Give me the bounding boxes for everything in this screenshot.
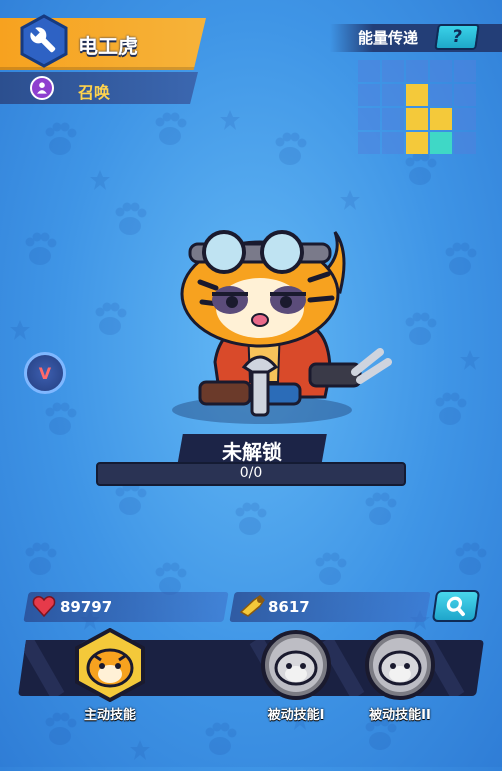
help-icon: ?	[450, 27, 464, 47]
energy-grid-cell	[430, 84, 452, 106]
attack-icon	[238, 594, 266, 618]
rank-badge[interactable]: V	[24, 352, 66, 394]
energy-grid-cell	[406, 84, 428, 106]
energy-grid-cell	[430, 108, 452, 130]
skill-label-passive-1: 被动技能I	[267, 708, 325, 723]
energy-grid-cell	[358, 84, 380, 106]
energy-grid-cell	[382, 108, 404, 130]
energy-transfer-label: 能量传递	[358, 29, 419, 47]
help-button[interactable]: ?	[434, 24, 480, 50]
energy-grid-cell	[430, 60, 452, 82]
tiger-avatar-icon	[259, 628, 333, 702]
energy-grid-cell	[454, 132, 476, 154]
energy-grid-cell	[358, 132, 380, 154]
heart-icon	[32, 595, 56, 618]
energy-grid-cell	[454, 84, 476, 106]
attack-value: 8617	[268, 598, 310, 616]
skill-label-passive-2: 被动技能II	[369, 708, 431, 723]
hero-character[interactable]	[160, 222, 400, 422]
search-button[interactable]	[431, 590, 481, 622]
hp-value: 89797	[60, 598, 113, 616]
skill-slot-active[interactable]: 主动技能	[70, 627, 150, 723]
energy-grid-cell	[382, 132, 404, 154]
energy-grid-cell	[406, 60, 428, 82]
energy-grid-cell	[382, 84, 404, 106]
summon-icon	[30, 76, 54, 100]
rank-badge-label: V	[38, 363, 52, 383]
energy-grid-cell	[382, 60, 404, 82]
lock-status: 未解锁	[222, 440, 282, 464]
energy-grid-cell	[454, 108, 476, 130]
energy-grid-cell	[358, 108, 380, 130]
energy-grid-cell	[454, 60, 476, 82]
search-icon	[446, 596, 465, 617]
wrench-icon	[20, 14, 68, 68]
tiger-avatar-icon	[363, 628, 437, 702]
hero-name: 电工虎	[78, 34, 138, 58]
energy-grid	[358, 60, 476, 154]
energy-grid-cell	[406, 132, 428, 154]
skill-slot-passive-1[interactable]: 被动技能I	[254, 628, 338, 723]
energy-grid-cell	[358, 60, 380, 82]
skill-slot-passive-2[interactable]: 被动技能II	[352, 628, 448, 723]
hero-category: 召唤	[78, 83, 111, 102]
energy-grid-cell	[406, 108, 428, 130]
unlock-progress-text: 0/0	[239, 465, 263, 481]
tiger-avatar-icon	[73, 627, 147, 703]
energy-grid-cell	[430, 132, 452, 154]
skill-label-active: 主动技能	[83, 708, 136, 723]
